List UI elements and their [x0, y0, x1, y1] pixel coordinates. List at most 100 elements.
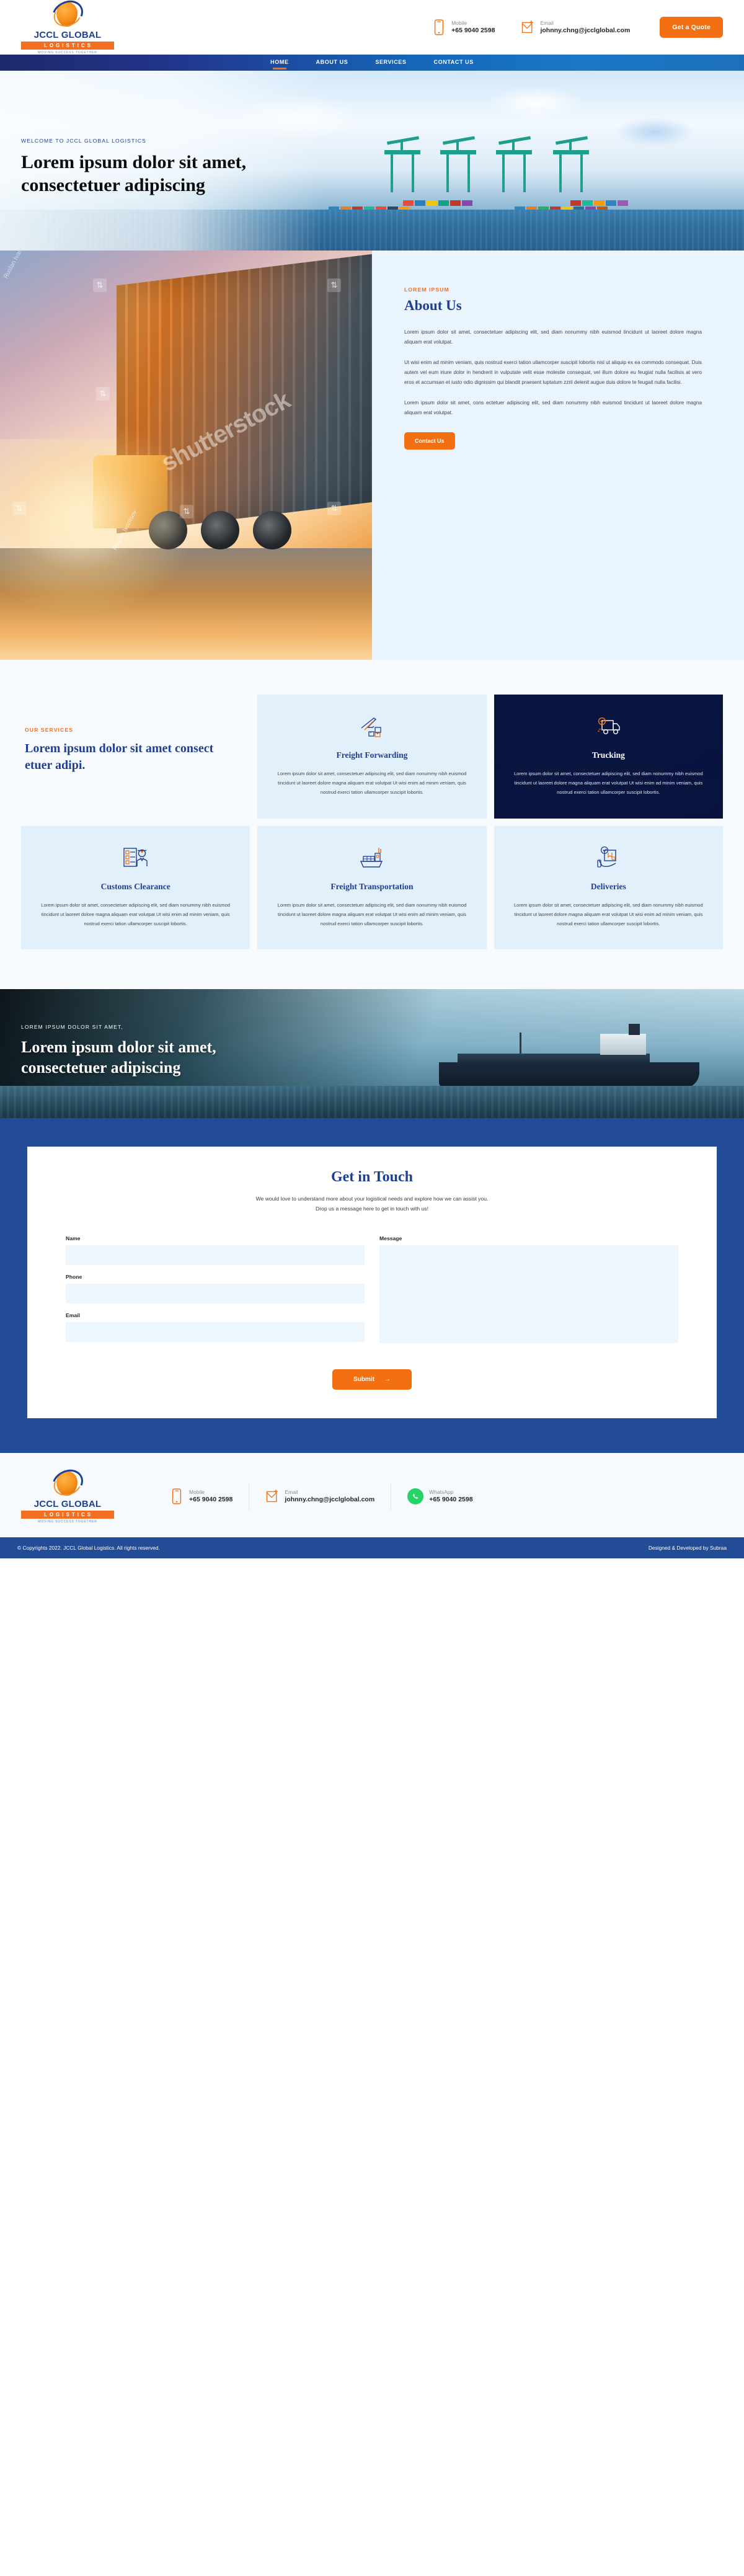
message-textarea[interactable] — [379, 1245, 678, 1343]
submit-button[interactable]: Submit → — [332, 1369, 412, 1390]
service-card-trucking[interactable]: Trucking Lorem ipsum dolor sit amet, con… — [494, 695, 723, 819]
footer-email-contact[interactable]: Email johnny.chng@jcclglobal.com — [265, 1488, 374, 1505]
services-heading: Lorem ipsum dolor sit amet consect etuer… — [25, 742, 214, 772]
message-field-label: Message — [379, 1235, 402, 1241]
globe-logo-icon — [47, 1464, 88, 1503]
about-contact-us-button[interactable]: Contact Us — [404, 432, 455, 450]
service-card-body: Lorem ipsum dolor sit amet, consectetuer… — [513, 771, 703, 796]
services-section: OUR SERVICES Lorem ipsum dolor sit amet … — [0, 660, 744, 990]
service-card-title: Customs Clearance — [100, 881, 170, 891]
footer-logo-tagline: MOVING SUCCESS TOGETHER — [38, 1519, 97, 1524]
footer-contact-group: Mobile +65 9040 2598 Email johnny.chng@j… — [170, 1482, 473, 1510]
watermark-badge: ⇅ — [180, 505, 193, 518]
cargo-ship-illustration — [439, 1024, 699, 1089]
mobile-phone-icon — [434, 19, 444, 35]
arrow-right-icon: → — [384, 1375, 391, 1383]
about-section: Ruslan Ivantsov shutterstock Ruslan Ivan… — [0, 251, 744, 660]
submit-button-label: Submit — [353, 1375, 374, 1383]
service-card-customs-clearance[interactable]: Customs Clearance Lorem ipsum dolor sit … — [21, 825, 250, 950]
hero-banner: WELCOME TO JCCL GLOBAL LOGISTICS Lorem i… — [0, 71, 744, 251]
footer-whatsapp-contact[interactable]: WhatsApp +65 9040 2598 — [407, 1488, 473, 1504]
footer-email-value: johnny.chng@jcclglobal.com — [285, 1495, 375, 1503]
contact-form-section: Get in Touch We would love to understand… — [0, 1118, 744, 1453]
logo-brand-sub: LOGISTICS — [21, 42, 114, 50]
footer-whatsapp-label: WhatsApp — [429, 1489, 454, 1496]
service-card-body: Lorem ipsum dolor sit amet, consectetuer… — [277, 771, 467, 796]
form-heading: Get in Touch — [330, 1169, 414, 1186]
header-email-label: Email — [540, 20, 554, 27]
phone-field-label: Phone — [66, 1273, 82, 1280]
service-card-title: Freight Transportation — [330, 881, 414, 891]
credit-text: Designed & Developed by Subraa — [648, 1544, 727, 1551]
footer-logo-brand-sub: LOGISTICS — [21, 1510, 114, 1519]
nav-item-services[interactable]: SERVICES — [375, 59, 406, 67]
hero-copy-block: WELCOME TO JCCL GLOBAL LOGISTICS Lorem i… — [21, 138, 281, 197]
banner-copy-block: LOREM IPSUM DOLOR SIT AMET, Lorem ipsum … — [21, 1024, 288, 1078]
service-card-title: Freight Forwarding — [336, 750, 408, 760]
about-text-block: LOREM IPSUM About Us Lorem ipsum dolor s… — [372, 251, 744, 660]
banner-eyebrow: LOREM IPSUM DOLOR SIT AMET, — [21, 1024, 123, 1031]
watermark-badge: ⇅ — [327, 502, 341, 515]
site-logo[interactable]: JCCL GLOBAL LOGISTICS MOVING SUCCESS TOG… — [21, 0, 114, 55]
hero-eyebrow: WELCOME TO JCCL GLOBAL LOGISTICS — [21, 138, 146, 144]
form-grid: Name Phone Email Message — [66, 1235, 678, 1351]
globe-logo-icon — [47, 0, 88, 33]
about-heading: About Us — [404, 298, 462, 313]
nav-item-home[interactable]: HOME — [270, 59, 288, 69]
name-field-label: Name — [66, 1235, 81, 1241]
contact-form-card: Get in Touch We would love to understand… — [27, 1147, 717, 1418]
nav-item-about-us[interactable]: ABOUT US — [316, 59, 348, 67]
services-intro: OUR SERVICES Lorem ipsum dolor sit amet … — [21, 695, 250, 819]
watermark-badge: ⇅ — [327, 278, 341, 292]
footer-mobile-contact[interactable]: Mobile +65 9040 2598 — [170, 1488, 232, 1505]
footer-whatsapp-value: +65 9040 2598 — [429, 1495, 473, 1503]
service-card-body: Lorem ipsum dolor sit amet, consectetuer… — [41, 902, 231, 926]
footer-mobile-label: Mobile — [189, 1489, 205, 1496]
nav-item-contact-us[interactable]: CONTACT US — [434, 59, 474, 67]
footer-logo-brand-name: JCCL GLOBAL — [33, 1498, 102, 1509]
form-right-column: Message — [379, 1235, 678, 1351]
service-card-body: Lorem ipsum dolor sit amet, consectetuer… — [513, 902, 703, 926]
checklist-officer-icon — [40, 845, 231, 871]
header-email-contact[interactable]: Email johnny.chng@jcclglobal.com — [521, 19, 630, 36]
hero-title: Lorem ipsum dolor sit amet, consectetuer… — [21, 152, 247, 195]
get-a-quote-button[interactable]: Get a Quote — [660, 17, 723, 38]
email-envelope-plus-icon — [522, 20, 534, 33]
watermark-badge: ⇅ — [12, 502, 26, 515]
email-input[interactable] — [66, 1321, 365, 1342]
service-card-title: Deliveries — [590, 881, 626, 891]
submit-row: Submit → — [66, 1369, 678, 1390]
header-email-value: johnny.chng@jcclglobal.com — [540, 26, 631, 34]
about-paragraph-1: Lorem ipsum dolor sit amet, consectetuer… — [404, 329, 702, 345]
secondary-banner: LOREM IPSUM DOLOR SIT AMET, Lorem ipsum … — [0, 989, 744, 1119]
whatsapp-icon — [407, 1488, 424, 1504]
logo-tagline: MOVING SUCCESS TOGETHER — [38, 51, 97, 55]
phone-input[interactable] — [66, 1283, 365, 1304]
about-truck-image: Ruslan Ivantsov shutterstock Ruslan Ivan… — [0, 251, 372, 660]
service-card-deliveries[interactable]: Deliveries Lorem ipsum dolor sit amet, c… — [494, 825, 723, 950]
name-input[interactable] — [66, 1245, 365, 1265]
service-card-freight-transportation[interactable]: Freight Transportation Lorem ipsum dolor… — [257, 825, 487, 950]
about-paragraph-3: Lorem ipsum dolor sit amet, cons ectetue… — [404, 399, 702, 415]
header-contact-group: Mobile +65 9040 2598 Email johnny.chng@j… — [432, 19, 630, 36]
form-subtitle: We would love to understand more about y… — [66, 1194, 678, 1214]
email-envelope-plus-icon — [267, 1489, 278, 1503]
footer-logo[interactable]: JCCL GLOBAL LOGISTICS MOVING SUCCESS TOG… — [21, 1464, 114, 1524]
cargo-ship-icon — [276, 845, 467, 871]
package-in-hand-icon — [513, 845, 704, 871]
footer-email-label: Email — [285, 1489, 298, 1496]
watermark-badge: ⇅ — [96, 387, 110, 401]
main-navigation: HOME ABOUT US SERVICES CONTACT US — [0, 55, 744, 71]
form-left-column: Name Phone Email — [66, 1235, 365, 1351]
banner-title: Lorem ipsum dolor sit amet, consectetuer… — [21, 1038, 216, 1077]
form-subtitle-line-1: We would love to understand more about y… — [255, 1196, 489, 1202]
services-kicker: OUR SERVICES — [25, 727, 73, 733]
about-kicker: LOREM IPSUM — [404, 286, 450, 293]
truck-clock-icon — [513, 713, 704, 739]
about-paragraph-2: Ut wisi enim ad minim veniam, quis nostr… — [404, 359, 702, 385]
header-mobile-contact[interactable]: Mobile +65 9040 2598 — [432, 19, 495, 36]
airplane-cargo-icon — [276, 713, 467, 739]
footer-mobile-value: +65 9040 2598 — [189, 1495, 233, 1503]
service-card-freight-forwarding[interactable]: Freight Forwarding Lorem ipsum dolor sit… — [257, 695, 487, 819]
logo-brand-name: JCCL GLOBAL — [33, 30, 102, 40]
